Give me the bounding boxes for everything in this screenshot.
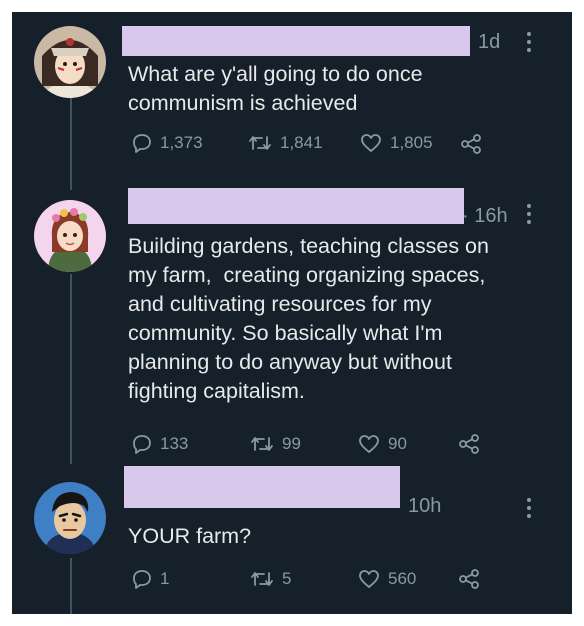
share-icon <box>461 134 481 154</box>
tweet-time[interactable]: 10h <box>408 494 441 518</box>
like-icon <box>359 570 379 588</box>
avatar[interactable] <box>34 26 106 98</box>
tweet-time[interactable]: · 16h <box>462 204 508 228</box>
reply-count: 133 <box>160 434 189 453</box>
redacted-name <box>124 466 400 508</box>
share-button[interactable] <box>458 433 480 455</box>
tweet-1[interactable]: 1d What are y'all going to do once commu… <box>12 12 572 188</box>
redacted-name <box>128 188 464 224</box>
avatar[interactable] <box>34 200 106 272</box>
reply-button[interactable]: 1 <box>132 569 169 589</box>
share-button[interactable] <box>460 133 482 155</box>
retweet-button[interactable]: 1,841 <box>248 133 323 153</box>
retweet-count: 99 <box>282 434 301 453</box>
retweet-button[interactable]: 5 <box>250 569 291 589</box>
like-icon <box>359 435 379 453</box>
tweet-3[interactable]: 10h YOUR farm? 1 5 560 <box>12 466 572 614</box>
more-icon[interactable] <box>525 202 533 226</box>
like-count: 1,805 <box>390 133 433 152</box>
tweet-2[interactable]: · 16h Building gardens, teaching classes… <box>12 188 572 466</box>
more-icon[interactable] <box>525 496 533 520</box>
like-count: 560 <box>388 569 417 588</box>
like-button[interactable]: 1,805 <box>360 133 433 153</box>
reply-button[interactable]: 133 <box>132 434 188 454</box>
tweet-text: What are y'all going to do once communis… <box>128 62 423 115</box>
retweet-count: 1,841 <box>280 133 323 152</box>
share-icon <box>459 434 479 454</box>
tweet-text: Building gardens, teaching classes on my… <box>128 234 489 403</box>
retweet-count: 5 <box>282 569 292 588</box>
like-button[interactable]: 560 <box>358 569 416 589</box>
reply-icon <box>133 435 151 454</box>
reply-button[interactable]: 1,373 <box>132 133 203 153</box>
like-icon <box>361 134 381 152</box>
share-button[interactable] <box>458 568 480 590</box>
more-icon[interactable] <box>525 30 533 54</box>
retweet-icon <box>249 136 271 150</box>
retweet-icon <box>251 572 273 586</box>
redacted-name <box>122 26 470 56</box>
like-button[interactable]: 90 <box>358 434 407 454</box>
retweet-button[interactable]: 99 <box>250 434 301 454</box>
reply-count: 1 <box>160 569 170 588</box>
reply-count: 1,373 <box>160 133 203 152</box>
tweet-time[interactable]: 1d <box>478 30 500 54</box>
share-icon <box>459 569 479 589</box>
like-count: 90 <box>388 434 407 453</box>
reply-icon <box>133 570 151 589</box>
tweet-thread: 1d What are y'all going to do once commu… <box>12 12 572 614</box>
reply-icon <box>133 134 151 153</box>
avatar[interactable] <box>34 482 106 554</box>
tweet-text: YOUR farm? <box>128 524 252 548</box>
retweet-icon <box>251 437 273 451</box>
